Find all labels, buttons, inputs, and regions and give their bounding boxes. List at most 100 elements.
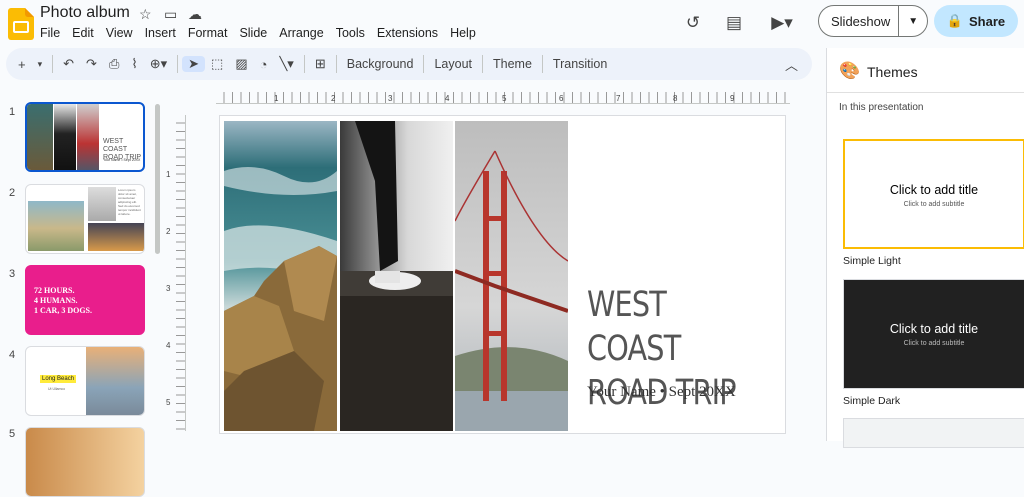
menu-view[interactable]: View — [100, 25, 139, 41]
slideshow-label: Slideshow — [831, 13, 891, 29]
photo-golden-gate-bridge[interactable] — [455, 121, 568, 431]
new-slide-dropdown-icon[interactable]: ▾ — [32, 59, 49, 70]
move-folder-icon[interactable]: ▭ — [164, 6, 177, 23]
meet-video-icon[interactable]: ▶▾ — [762, 10, 802, 36]
menu-extensions[interactable]: Extensions — [371, 25, 444, 41]
theme-name: Simple Dark — [843, 395, 901, 407]
collapse-toolbar-icon[interactable]: ︿ — [779, 55, 812, 74]
transition-button[interactable]: Transition — [547, 57, 613, 71]
thumb-photo-path — [28, 201, 84, 251]
theme-card-simple-light[interactable]: Click to add title Click to add subtitle — [843, 139, 1024, 249]
ruler-number: 5 — [502, 94, 507, 103]
lock-icon: 🔒 — [946, 13, 964, 28]
slide-thumbnail-5[interactable] — [25, 427, 145, 497]
ruler-number: 3 — [166, 284, 171, 293]
ruler-number: 4 — [166, 341, 171, 350]
frame-select-icon[interactable]: ⬚ — [205, 56, 229, 72]
ruler-number: 1 — [166, 170, 171, 179]
filmstrip-scrollbar[interactable] — [155, 104, 160, 254]
star-icon[interactable]: ☆ — [139, 6, 152, 23]
redo-icon[interactable]: ↷ — [80, 56, 103, 72]
print-icon[interactable]: ⎙ — [103, 56, 125, 72]
theme-card-title: Click to add title — [889, 183, 979, 197]
thumb-line: 4 HUMANS. — [34, 296, 78, 305]
menu-edit[interactable]: Edit — [66, 25, 100, 41]
paint-format-icon[interactable]: ⌇ — [125, 56, 143, 72]
theme-button[interactable]: Theme — [487, 57, 538, 71]
ruler-number: 8 — [673, 94, 678, 103]
share-label: Share — [969, 13, 1006, 29]
undo-icon[interactable]: ↶ — [57, 56, 80, 72]
divider — [541, 55, 543, 73]
menu-slide[interactable]: Slide — [233, 25, 273, 41]
theme-card-title: Click to add title — [889, 322, 979, 336]
current-slide[interactable]: WEST COAST ROAD TRIP Your Name • Sept 20… — [219, 115, 786, 434]
thumb-photo-rocks — [27, 104, 53, 170]
slide-thumbnail-4[interactable]: Long Beach Ut Ullamco — [25, 346, 145, 416]
slide-thumbnail-1[interactable]: WEST COAST ROAD TRIP Your Name • Sept 20… — [25, 102, 145, 172]
layout-button[interactable]: Layout — [428, 57, 478, 71]
ruler-number: 2 — [331, 94, 336, 103]
thumb-label: Long Beach — [40, 375, 77, 383]
photo-person-shoes[interactable] — [340, 121, 453, 431]
new-slide-icon[interactable]: + — [6, 57, 32, 72]
menu-insert[interactable]: Insert — [139, 25, 182, 41]
slide-number: 4 — [9, 349, 16, 361]
menu-format[interactable]: Format — [182, 25, 234, 41]
comments-icon[interactable]: ▤ — [721, 10, 747, 36]
slide-number: 1 — [9, 106, 16, 118]
thumb-body-text: Lorem ipsum dolor sit amet, consectetuer… — [118, 188, 141, 216]
menu-file[interactable]: File — [34, 25, 66, 41]
menu-bar: File Edit View Insert Format Slide Arran… — [34, 25, 482, 41]
theme-card-subtitle: Click to add subtitle — [903, 201, 965, 208]
line-icon[interactable]: ╲▾ — [273, 56, 299, 72]
theme-card-simple-dark[interactable]: Click to add title Click to add subtitle — [843, 279, 1024, 389]
shape-icon[interactable]: ◔ — [254, 57, 274, 72]
slideshow-dropdown-icon[interactable]: ▼ — [899, 16, 927, 27]
menu-help[interactable]: Help — [444, 25, 482, 41]
thumb-photo-lifeguard — [86, 347, 144, 415]
ruler-number: 9 — [730, 94, 735, 103]
ruler-number: 6 — [559, 94, 564, 103]
select-pointer-icon[interactable]: ➤ — [182, 56, 206, 72]
menu-tools[interactable]: Tools — [330, 25, 371, 41]
theme-card-subtitle: Click to add subtitle — [903, 340, 965, 347]
slide-thumbnail-3[interactable]: 72 HOURS. 4 HUMANS. 1 CAR, 3 DOGS. — [25, 265, 145, 335]
version-history-icon[interactable]: ↺ — [680, 10, 706, 36]
document-title[interactable]: Photo album — [40, 4, 130, 22]
add-comment-icon[interactable]: ⊞ — [309, 56, 332, 72]
toolbar: + ▾ ↶ ↷ ⎙ ⌇ ⊕▾ ➤ ⬚ ▨ ◔ ╲▾ ⊞ Background L… — [6, 48, 812, 80]
vertical-ruler[interactable] — [176, 115, 186, 431]
slide-number: 5 — [9, 428, 16, 440]
thumb-line: 1 CAR, 3 DOGS. — [34, 306, 93, 315]
thumb-photo-bridge — [77, 104, 99, 170]
divider — [303, 55, 305, 73]
photo-ocean-rocks[interactable] — [224, 121, 337, 431]
themes-section-label: In this presentation — [839, 102, 924, 113]
thumb-photo-shoes — [54, 104, 76, 170]
slides-logo-icon[interactable] — [8, 8, 34, 40]
divider — [177, 55, 179, 73]
slide-thumbnail-2[interactable]: Lorem ipsum dolor sit amet, consectetuer… — [25, 184, 145, 254]
ruler-number: 7 — [616, 94, 621, 103]
ruler-number: 5 — [166, 398, 171, 407]
cloud-status-icon[interactable]: ☁ — [188, 6, 202, 23]
zoom-icon[interactable]: ⊕▾ — [144, 56, 173, 72]
thumb-caption: Ut Ullamco — [48, 387, 66, 391]
divider — [423, 55, 425, 73]
theme-card-next[interactable] — [843, 418, 1024, 448]
divider — [52, 55, 54, 73]
background-button[interactable]: Background — [341, 57, 420, 71]
menu-arrange[interactable]: Arrange — [273, 25, 329, 41]
themes-panel: 🎨 Themes In this presentation Click to a… — [826, 48, 1024, 448]
divider — [482, 55, 483, 73]
thumb-line: 72 HOURS. — [34, 286, 75, 295]
slide-subtitle[interactable]: Your Name • Sept 20XX — [587, 384, 736, 401]
divider — [335, 55, 337, 73]
theme-name: Simple Light — [843, 255, 901, 267]
slideshow-button[interactable]: Slideshow ▼ — [818, 5, 928, 37]
image-icon[interactable]: ▨ — [229, 56, 253, 72]
ruler-number: 4 — [445, 94, 450, 103]
share-button[interactable]: 🔒 Share — [934, 5, 1018, 37]
ruler-number: 2 — [166, 227, 171, 236]
